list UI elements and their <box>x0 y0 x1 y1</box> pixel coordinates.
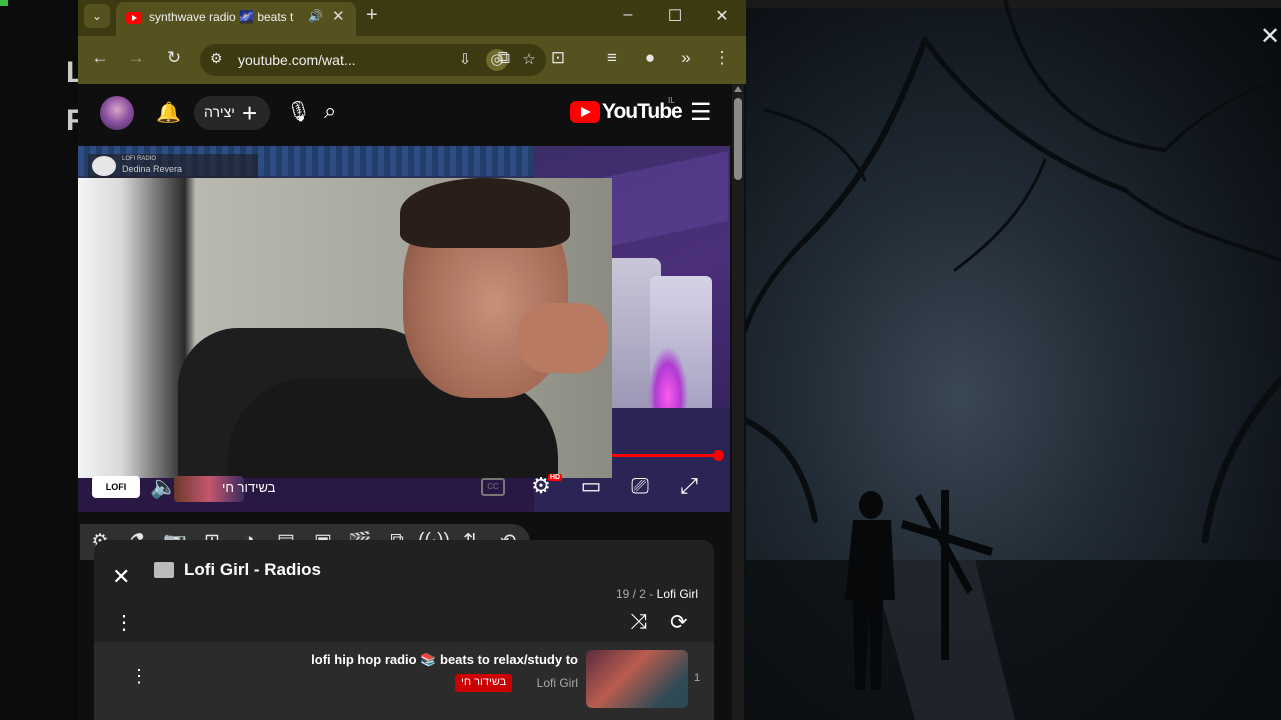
cast-icon[interactable]: ⎚ <box>623 473 657 499</box>
youtube-header: 🔔 יצירה + 🎙 ⌕ YouTube IL ☰ <box>78 84 738 144</box>
playlist-panel: ✕ Lofi Girl - Radios 19 / 2 - Lofi Girl … <box>94 540 714 720</box>
scroll-up-arrow-icon[interactable] <box>734 86 742 92</box>
item-index: 1 <box>694 672 701 684</box>
playlist-more-icon[interactable]: ⋮ <box>114 610 134 635</box>
account-avatar[interactable] <box>100 96 134 130</box>
webcam-person-hand <box>518 303 608 373</box>
notifications-bell-icon[interactable]: 🔔 <box>156 100 181 125</box>
tab-youtube[interactable]: synthwave radio 🌌 beats t 🔊 ✕ <box>116 2 356 36</box>
playlist-icon <box>154 562 174 578</box>
extensions-icon[interactable]: ⧉ <box>492 48 516 68</box>
app-indicator <box>0 0 8 6</box>
more-extensions-icon[interactable]: » <box>674 48 698 68</box>
tab-bar: ⌄ synthwave radio 🌌 beats t 🔊 ✕ + – ☐ ✕ <box>78 0 746 36</box>
shuffle-icon[interactable]: ⤨ <box>630 610 647 634</box>
playlist-item[interactable]: ⋮ lofi hip hop radio 📚 beats to relax/st… <box>94 642 714 720</box>
playlist-position: 19 / 2 - Lofi Girl <box>554 587 698 601</box>
page-scrollbar[interactable] <box>732 84 744 720</box>
close-playlist-icon[interactable]: ✕ <box>112 564 130 590</box>
webcam-overlay <box>78 178 612 478</box>
browser-menu-icon[interactable]: ⋮ <box>710 48 734 68</box>
background-window: L F <box>0 0 84 720</box>
site-info-icon[interactable]: ⚙ <box>210 50 223 67</box>
browser-window: ⌄ synthwave radio 🌌 beats t 🔊 ✕ + – ☐ ✕ … <box>78 0 746 720</box>
item-title[interactable]: lofi hip hop radio 📚 beats to relax/stud… <box>204 652 578 668</box>
close-tab-icon[interactable]: ✕ <box>332 7 345 25</box>
playlist-title[interactable]: Lofi Girl - Radios <box>184 560 321 580</box>
guide-menu-icon[interactable]: ☰ <box>690 98 712 127</box>
item-more-icon[interactable]: ⋮ <box>130 666 148 687</box>
install-app-icon[interactable]: ⇩ <box>454 50 476 68</box>
minimize-button[interactable]: – <box>613 6 643 24</box>
country-code: IL <box>668 96 675 105</box>
bookmark-star-icon[interactable]: ☆ <box>518 50 540 68</box>
close-icon[interactable]: ✕ <box>1259 25 1281 49</box>
hd-badge: HD <box>548 474 563 481</box>
close-window-button[interactable]: ✕ <box>707 6 737 26</box>
audio-playing-icon[interactable]: 🔊 <box>308 9 323 23</box>
back-arrow-icon[interactable]: ← <box>88 48 112 68</box>
playlist-position-number: 19 / 2 - <box>615 587 654 601</box>
channel-overlay-line2: Dedina Revera <box>122 164 183 174</box>
live-indicator[interactable]: בשידור חי <box>222 480 275 495</box>
media-controls-icon[interactable]: ≡ <box>600 48 624 68</box>
channel-overlay: LOFI RADIO Dedina Revera <box>88 154 258 178</box>
search-icon[interactable]: ⌕ <box>324 98 336 124</box>
youtube-logo-icon[interactable] <box>570 101 600 123</box>
item-thumbnail[interactable] <box>586 650 688 708</box>
video-controls: LOFI 🔈 בשידור חי CC ⚙ HD ▭ ⎚ ⤢ <box>78 468 730 512</box>
forward-arrow-icon[interactable]: → <box>124 48 148 68</box>
new-tab-button[interactable]: + <box>366 4 378 27</box>
subtitles-icon[interactable]: CC <box>481 478 505 496</box>
tab-search-button[interactable]: ⌄ <box>84 4 110 28</box>
maximize-button[interactable]: ☐ <box>660 6 690 26</box>
create-button[interactable]: יצירה + <box>194 96 270 130</box>
theater-mode-icon[interactable]: ▭ <box>574 473 608 499</box>
lofi-channel-button[interactable]: LOFI <box>92 476 140 498</box>
voice-search-mic-icon[interactable]: 🎙 <box>286 99 311 124</box>
playlist-owner[interactable]: Lofi Girl <box>657 587 698 601</box>
reload-icon[interactable]: ↻ <box>162 48 186 68</box>
create-label: יצירה <box>204 104 235 120</box>
tab-title: synthwave radio 🌌 beats t <box>149 10 294 24</box>
webcam-person-hair <box>400 178 570 248</box>
wallpaper-window: ✕ <box>745 0 1281 720</box>
item-channel[interactable]: Lofi Girl <box>524 676 578 690</box>
navigation-bar: ← → ↻ ⚙ youtube.com/wat... ⇩ ◎ ☆ ⧉ ⊡ ≡ ●… <box>78 36 746 84</box>
fullscreen-icon[interactable]: ⤢ <box>672 473 706 499</box>
plus-icon: + <box>242 98 258 128</box>
channel-overlay-line1: LOFI RADIO <box>122 156 157 162</box>
forest-illustration <box>745 0 1281 720</box>
screen: L F ✕ ⌄ synthwave radio 🌌 beats t 🔊 ✕ + … <box>0 0 1281 720</box>
loop-icon[interactable]: ⟳ <box>670 610 688 635</box>
scrollbar-thumb[interactable] <box>734 98 742 180</box>
item-live-badge: בשידור חי <box>455 674 513 692</box>
channel-avatar <box>92 156 116 176</box>
youtube-favicon-icon <box>126 12 142 24</box>
profile-avatar-icon[interactable]: ● <box>638 48 662 68</box>
url-text[interactable]: youtube.com/wat... <box>238 52 356 68</box>
screenshot-icon[interactable]: ⊡ <box>546 48 570 68</box>
